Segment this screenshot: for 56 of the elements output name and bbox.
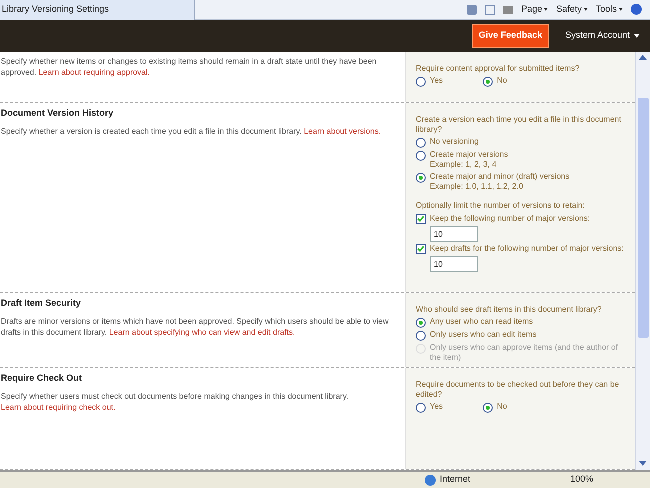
- question-label: Create a version each time you edit a file in this document library?: [416, 115, 622, 135]
- caret-icon: [544, 8, 548, 11]
- caret-icon: [619, 8, 623, 11]
- scroll-up-icon[interactable]: [639, 55, 647, 60]
- browser-tab[interactable]: Library Versioning Settings: [0, 0, 195, 20]
- radio-button[interactable]: [416, 138, 426, 148]
- radio-button[interactable]: [416, 173, 426, 183]
- limit-label: Optionally limit the number of versions to retain:: [416, 200, 586, 212]
- account-menu[interactable]: System Account: [565, 29, 640, 43]
- checkbox-label: Keep the following number of major versions:: [430, 214, 590, 224]
- section-description: Drafts are minor versions or items which have not been approved. Specify which users should be able to view drafts in this document library. Learn about specifying who can view and edit drafts.: [1, 316, 390, 338]
- radio-option[interactable]: No versioning: [416, 137, 631, 148]
- learn-more-link[interactable]: Learn about requiring check out.: [1, 402, 116, 412]
- radio-option: Only users who can approve items (and the author of the item): [416, 343, 631, 363]
- learn-more-link[interactable]: Learn about versions.: [304, 126, 382, 136]
- radio-button[interactable]: [416, 331, 426, 341]
- section-title: Require Check Out: [1, 372, 84, 385]
- section-title: Document Version History: [1, 107, 115, 120]
- radio-option[interactable]: Yes: [416, 76, 444, 87]
- radio-button[interactable]: [416, 403, 426, 413]
- question-label: Who should see draft items in this document library?: [416, 305, 603, 315]
- radio-button[interactable]: [483, 403, 494, 413]
- zoom-level[interactable]: 100%: [570, 473, 594, 487]
- checkbox[interactable]: [416, 214, 426, 224]
- section-description: Specify whether a version is created each time you edit a file in this document library. Learn about versions.: [1, 126, 382, 136]
- checkbox-label: Keep drafts for the following number of major versions:: [430, 244, 624, 254]
- section-title: Draft Item Security: [1, 297, 82, 310]
- radio-option[interactable]: Create major and minor (draft) versions Example: 1.0, 1.1, 1.2, 2.0: [416, 172, 631, 192]
- radio-option[interactable]: Yes: [416, 402, 444, 413]
- toolbar-menu[interactable]: Safety: [556, 2, 588, 16]
- learn-more-link[interactable]: Learn about requiring approval.: [38, 68, 150, 77]
- learn-more-link[interactable]: Learn about specifying who can view and edit drafts.: [109, 328, 296, 336]
- radio-button[interactable]: [483, 77, 494, 87]
- number-input[interactable]: 10: [430, 256, 478, 272]
- radio-option[interactable]: No: [483, 402, 508, 413]
- radio-option[interactable]: Any user who can read items: [416, 317, 631, 328]
- caret-icon: [634, 34, 640, 38]
- radio-button[interactable]: [416, 318, 426, 328]
- number-input[interactable]: 10: [430, 226, 478, 242]
- radio-option[interactable]: Only users who can edit items: [416, 330, 631, 341]
- caret-icon: [584, 8, 588, 11]
- section-description: Specify whether users must check out documents before making changes in this document library. Learn about requiring check out.: [1, 390, 350, 412]
- scrollbar[interactable]: [635, 52, 650, 470]
- radio-button[interactable]: [416, 77, 426, 87]
- toolbar-menu[interactable]: Page: [521, 2, 548, 16]
- radio-option[interactable]: Create major versions Example: 1, 2, 3, 4: [416, 150, 631, 170]
- scroll-thumb[interactable]: [638, 98, 648, 338]
- question-label: Require content approval for submitted items?: [416, 64, 581, 74]
- radio-button[interactable]: [416, 151, 426, 161]
- feedback-button[interactable]: Give Feedback: [472, 24, 550, 48]
- section-description: Specify whether new items or changes to existing items should remain in a draft state until they have been approved. Learn about requiring approval.: [1, 56, 378, 78]
- security-zone: Internet: [440, 473, 471, 486]
- toolbar-menu[interactable]: Tools: [596, 2, 623, 16]
- checkbox[interactable]: [416, 244, 426, 254]
- question-label: Require documents to be checked out before they can be edited?: [416, 380, 620, 400]
- radio-option[interactable]: No: [483, 76, 508, 87]
